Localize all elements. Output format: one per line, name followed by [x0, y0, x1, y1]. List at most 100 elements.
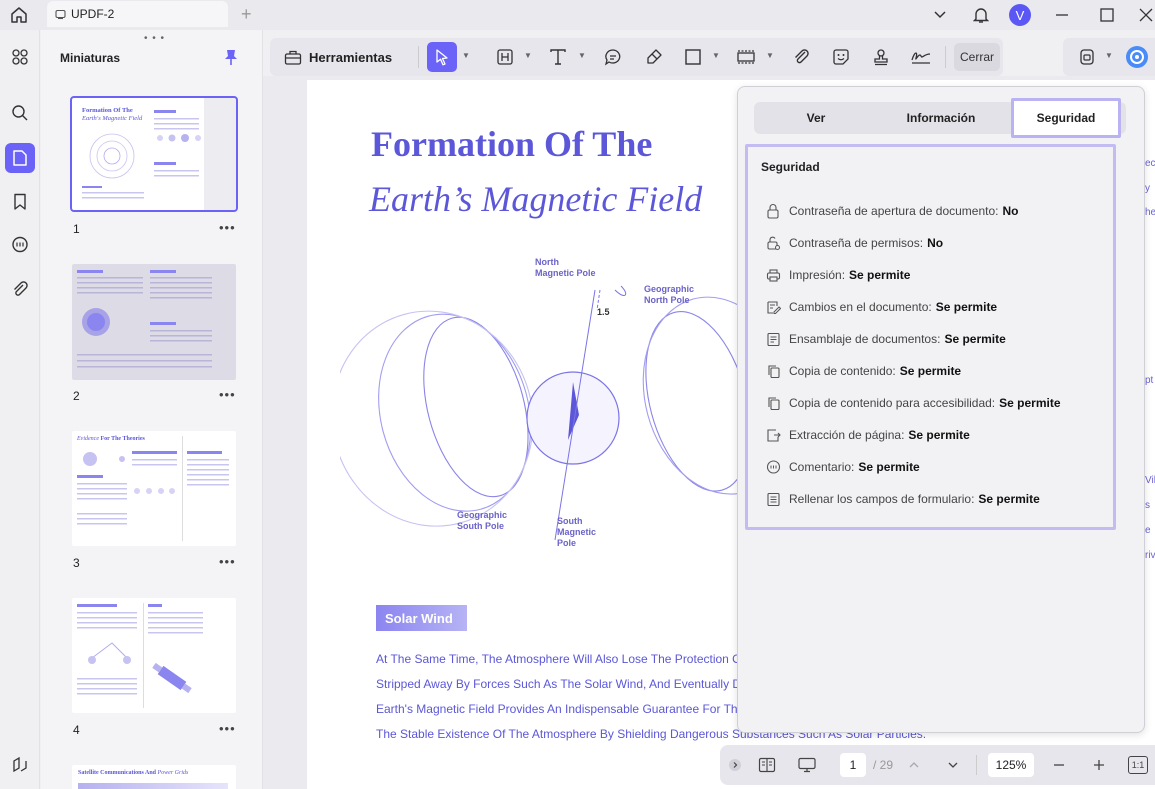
close-icon [1139, 8, 1153, 22]
edit-doc-icon [765, 299, 781, 315]
permission-document-assembly: Ensamblaje de documentos: Se permite [765, 330, 1006, 348]
thumbnail-page-1[interactable]: Formation Of The Earth's Magnetic Field [70, 96, 238, 212]
ai-assistant-button[interactable] [1123, 43, 1151, 71]
shape-tool-button[interactable] [679, 43, 707, 71]
rail-bookmarks-button[interactable] [5, 187, 35, 217]
thumbnail-2-more[interactable]: ••• [219, 387, 236, 402]
rail-comments-button[interactable] [5, 230, 35, 260]
stamp-strip-tool-caret[interactable]: ▼ [766, 51, 774, 60]
thumbnail-page-3[interactable]: Evidence For The Theories [72, 431, 236, 546]
panel-grip[interactable]: • • • [144, 33, 165, 44]
rail-thumbnails-button[interactable] [5, 143, 35, 173]
shape-tool-caret[interactable]: ▼ [712, 51, 720, 60]
rail-organize-button[interactable] [5, 42, 35, 72]
text-box-tool-caret[interactable]: ▼ [524, 51, 532, 60]
zoom-in-button[interactable] [1089, 754, 1109, 776]
key-lock-icon [765, 235, 781, 251]
new-tab-button[interactable]: + [241, 4, 252, 25]
thumbnail-1-title-a: Formation Of The [82, 107, 133, 114]
previous-page-button[interactable] [905, 754, 923, 776]
next-page-button[interactable] [944, 754, 962, 776]
thumbnail-1-more[interactable]: ••• [219, 220, 236, 235]
pin-icon[interactable] [223, 48, 239, 66]
zoom-level-field[interactable]: 125% [988, 753, 1034, 777]
save-caret[interactable]: ▼ [1105, 51, 1113, 60]
collapse-bar-button[interactable] [727, 754, 743, 776]
actual-size-button[interactable]: 1:1 [1128, 756, 1148, 774]
label-geographic-south-line2: South Pole [457, 521, 504, 531]
page-number-input[interactable]: 1 [840, 753, 866, 777]
text-icon [550, 49, 566, 65]
thumbnail-page-4-preview [77, 603, 203, 708]
thumbnail-1-number: 1 [73, 222, 80, 236]
maximize-icon [1100, 8, 1114, 22]
thumbnail-page-2[interactable] [72, 264, 236, 380]
edge-text-8: riv [1145, 550, 1155, 561]
lock-icon [765, 203, 781, 219]
attach-tool-button[interactable] [787, 43, 815, 71]
page-layout-button[interactable] [756, 754, 778, 776]
tools-button[interactable]: Herramientas [278, 42, 398, 72]
permission-value: Se permite [935, 300, 998, 314]
rail-search-button[interactable] [5, 98, 35, 128]
zoom-out-button[interactable] [1049, 754, 1069, 776]
left-rail [0, 30, 40, 789]
text-tool-button[interactable] [544, 43, 572, 71]
ai-assistant-icon [1126, 46, 1148, 68]
thumbnail-4-more[interactable]: ••• [219, 721, 236, 736]
maximize-button[interactable] [1097, 3, 1117, 27]
comment-icon [12, 236, 28, 253]
thumbnails-panel: • • • Miniaturas Formation Of The Earth'… [41, 30, 263, 789]
close-window-button[interactable] [1137, 3, 1155, 27]
permission-accessibility-copy: Copia de contenido para accesibilidad: Se… [765, 394, 1061, 412]
permission-label: Cambios en el documento: [789, 300, 932, 314]
presentation-button[interactable] [795, 754, 819, 776]
save-icon [1080, 49, 1094, 65]
label-geographic-north-line1: Geographic [644, 284, 695, 294]
home-icon [11, 7, 27, 23]
tab-informacion[interactable]: Información [880, 102, 1002, 134]
user-avatar-button[interactable]: V [1009, 3, 1031, 27]
close-tools-button[interactable]: Cerrar [954, 43, 1000, 71]
edge-text-2: y [1145, 183, 1150, 194]
thumbnail-page-5[interactable]: Satellite Communications And Power Grids [72, 765, 236, 789]
plus-icon [1094, 760, 1104, 770]
thumbnail-page-4[interactable] [72, 598, 236, 713]
document-tab[interactable]: UPDF-2 [47, 1, 228, 27]
stamp-tool-button[interactable] [867, 43, 895, 71]
cursor-icon [436, 49, 448, 66]
permission-value: Se permite [944, 332, 1006, 346]
chevron-down-icon [934, 11, 946, 19]
document-tab-label: UPDF-2 [71, 7, 115, 21]
text-box-tool-button[interactable] [491, 43, 519, 71]
label-geographic-north-line2: North Pole [644, 295, 690, 305]
edge-text-3: he [1145, 207, 1155, 218]
rail-attachments-button[interactable] [5, 275, 35, 305]
permission-label: Impresión: [789, 268, 846, 282]
signature-tool-button[interactable] [907, 43, 935, 71]
sticker-tool-button[interactable] [827, 43, 855, 71]
label-north-magnetic-pole: North Magnetic Pole [535, 257, 596, 279]
save-button[interactable] [1073, 43, 1101, 71]
stamp-strip-tool-button[interactable] [732, 43, 760, 71]
home-button[interactable] [8, 5, 30, 25]
minimize-icon [1056, 14, 1068, 16]
tab-ver[interactable]: Ver [756, 102, 876, 134]
edge-text-1: ec [1145, 158, 1155, 169]
comment-tool-button[interactable] [599, 43, 627, 71]
minimize-button[interactable] [1052, 3, 1072, 27]
copy-access-icon [765, 395, 781, 411]
highlighter-tool-button[interactable] [640, 43, 668, 71]
tab-seguridad[interactable]: Seguridad [1011, 98, 1121, 138]
rail-layers-button[interactable] [5, 750, 35, 780]
total-pages: / 29 [872, 758, 893, 772]
copy-icon [765, 363, 781, 379]
text-tool-caret[interactable]: ▼ [578, 51, 586, 60]
paragraph-line-3: Earth's Magnetic Field Provides An Indis… [376, 702, 745, 716]
panel-title: Miniaturas [60, 51, 121, 65]
select-tool-caret[interactable]: ▼ [462, 51, 470, 60]
select-tool-button[interactable] [427, 42, 457, 72]
notifications-button[interactable] [970, 3, 992, 27]
thumbnail-3-more[interactable]: ••• [219, 554, 236, 569]
tabs-dropdown-button[interactable] [930, 3, 950, 27]
